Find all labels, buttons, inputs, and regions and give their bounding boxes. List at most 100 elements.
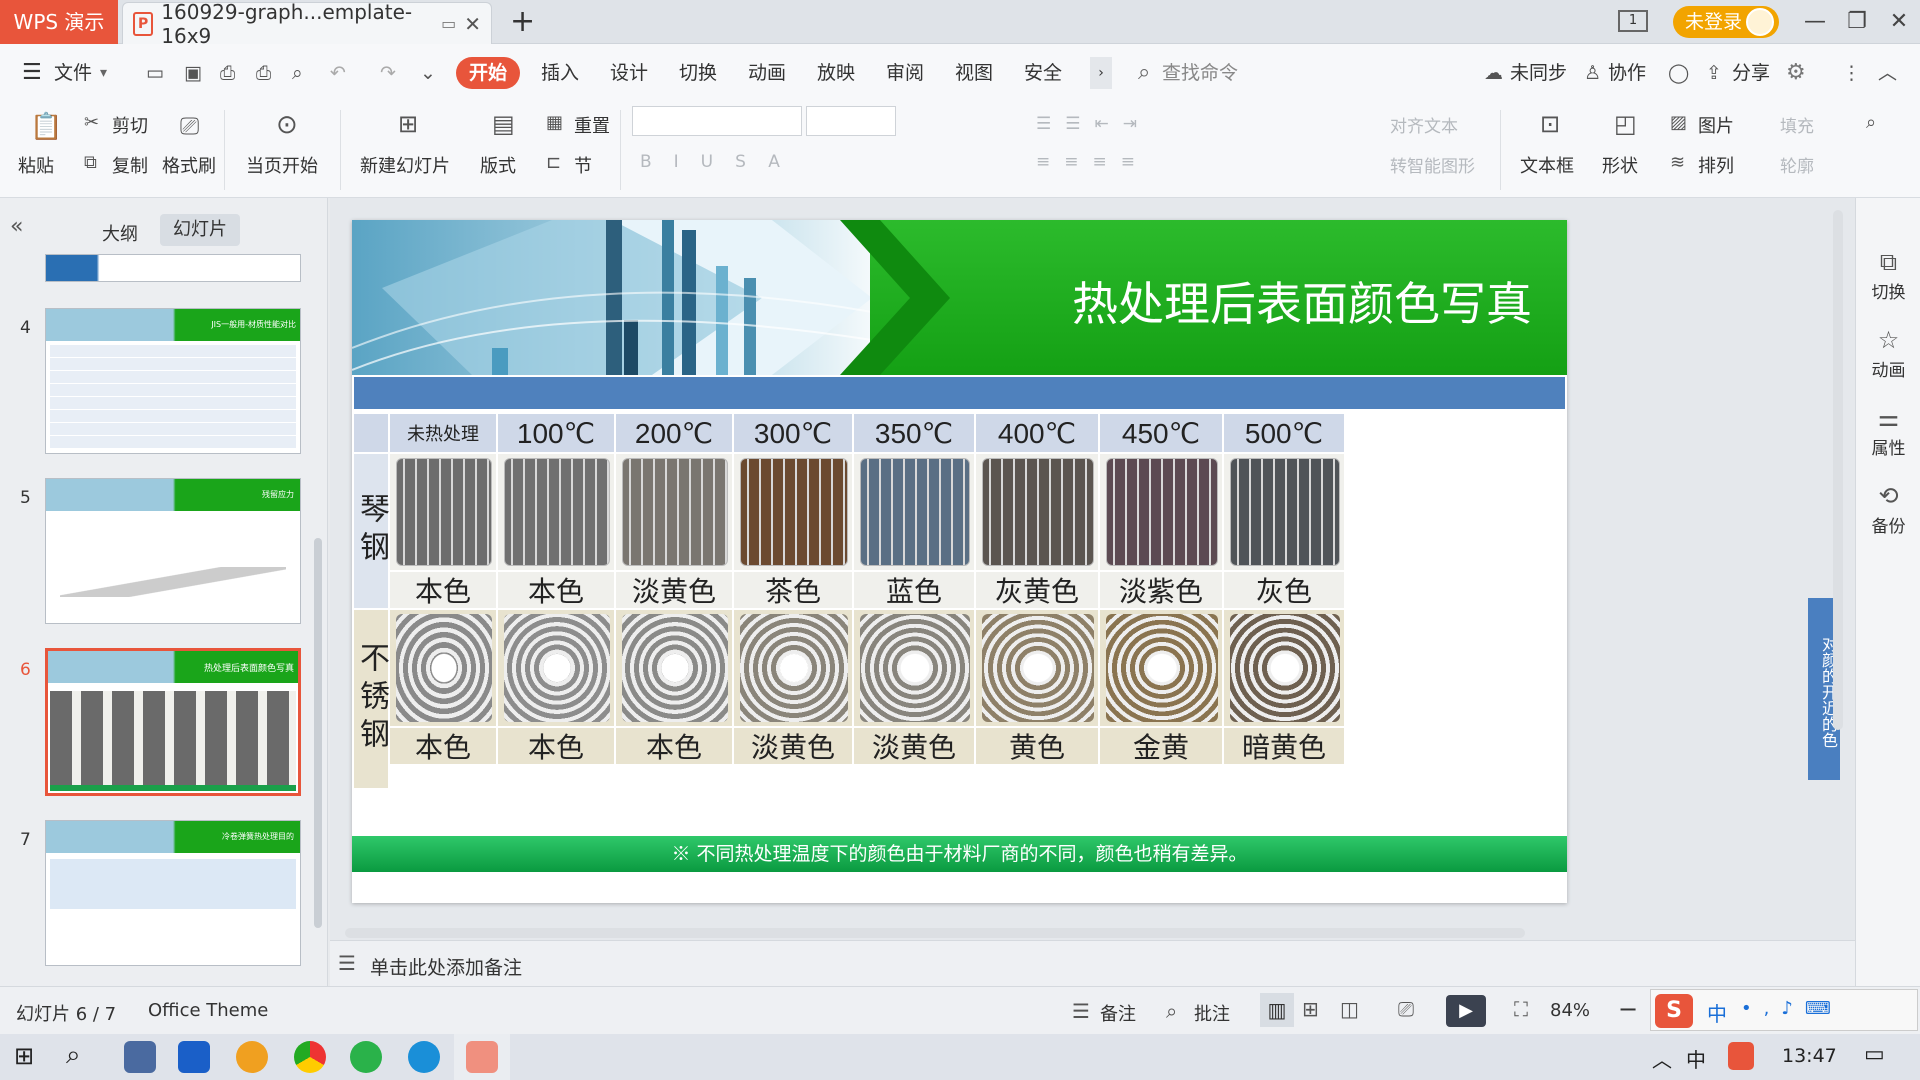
customize-icon[interactable]: ⌄ xyxy=(420,57,436,89)
properties-icon[interactable]: ⚌ xyxy=(1856,404,1920,432)
format-painter-icon[interactable]: ⎚ xyxy=(180,112,199,140)
print-icon[interactable]: ⎙ xyxy=(256,57,271,89)
from-current-button[interactable]: 当页开始 xyxy=(246,152,318,178)
textbox-icon[interactable]: ⊡ xyxy=(1540,110,1560,138)
textbox-button[interactable]: 文本框 xyxy=(1520,152,1574,178)
new-tab-button[interactable]: + xyxy=(510,4,535,39)
zoom-level[interactable]: 84% xyxy=(1550,1000,1590,1021)
edge-icon[interactable] xyxy=(408,1041,440,1073)
paragraph-icons[interactable]: ☰☰⇤⇥ xyxy=(1036,114,1151,134)
tab-outline[interactable]: 大纲 xyxy=(102,220,138,246)
collapse-pane-icon[interactable]: « xyxy=(10,214,23,239)
font-size-select[interactable] xyxy=(806,106,896,136)
tab-review[interactable]: 审阅 xyxy=(886,57,924,89)
layout-button[interactable]: 版式 xyxy=(480,152,516,178)
tab-security[interactable]: 安全 xyxy=(1024,57,1062,89)
notes-toggle[interactable]: 备注 xyxy=(1100,1000,1136,1026)
layout-icon[interactable]: ▤ xyxy=(492,110,515,138)
save-icon[interactable]: ▣ xyxy=(184,57,202,89)
minimize-icon[interactable]: — xyxy=(1798,6,1832,38)
tray-sogou-icon[interactable] xyxy=(1728,1042,1754,1070)
close-tab-icon[interactable]: ✕ xyxy=(464,12,481,36)
comment-toggle[interactable]: 批注 xyxy=(1194,1000,1230,1026)
collaborate-icon[interactable]: ♙ xyxy=(1584,57,1601,89)
copy-icon[interactable]: ⧉ xyxy=(84,152,97,173)
wechat-icon[interactable] xyxy=(350,1041,382,1073)
mail-icon[interactable] xyxy=(178,1041,210,1073)
reading-view-icon[interactable]: ◫ xyxy=(1340,997,1359,1021)
collapse-ribbon-icon[interactable]: ︿ xyxy=(1878,57,1897,89)
more-icon[interactable]: ⋮ xyxy=(1842,57,1861,89)
slide-thumbnail-5[interactable]: 残留应力 xyxy=(45,478,301,624)
format-painter-button[interactable]: 格式刷 xyxy=(162,152,216,178)
font-style-icons[interactable]: BIUSA xyxy=(640,152,802,172)
normal-view-icon[interactable]: ▥ xyxy=(1260,993,1294,1027)
pane-transition[interactable]: 切换 xyxy=(1856,278,1920,303)
fit-window-icon[interactable]: ⛶ xyxy=(1514,997,1528,1021)
cloud-sync-icon[interactable]: ☁ xyxy=(1484,57,1503,89)
tab-slides[interactable]: 幻灯片 xyxy=(160,214,240,246)
export-pdf-icon[interactable]: ⎙ xyxy=(220,57,235,89)
color-table[interactable]: 未热处理 100℃ 200℃ 300℃ 350℃ 400℃ 450℃ 500℃ 琴钢 本色 本色 淡黄… xyxy=(354,414,1565,842)
preview-icon[interactable]: ⌕ xyxy=(292,57,303,89)
align-text-button[interactable]: 对齐文本 xyxy=(1390,112,1458,137)
zoom-out-icon[interactable]: − xyxy=(1618,995,1638,1023)
sorter-view-icon[interactable]: ⊞ xyxy=(1302,997,1319,1021)
cut-icon[interactable]: ✂ xyxy=(84,112,99,133)
paste-icon[interactable]: 📋 xyxy=(30,112,62,142)
pane-animation[interactable]: 动画 xyxy=(1856,356,1920,381)
app-icon[interactable] xyxy=(236,1041,268,1073)
font-family-select[interactable] xyxy=(632,106,802,136)
reset-icon[interactable]: ▦ xyxy=(546,112,563,133)
close-window-icon[interactable]: ✕ xyxy=(1882,6,1916,38)
wps-app-menu[interactable]: WPS 演示 xyxy=(0,0,118,44)
arrange-button[interactable]: 排列 xyxy=(1698,152,1734,178)
vertical-scrollbar[interactable] xyxy=(1833,210,1843,730)
backup-icon[interactable]: ⟲ xyxy=(1856,482,1920,510)
notes-toggle-icon[interactable]: ☰ xyxy=(1072,999,1090,1023)
search-icon[interactable]: ⌕ xyxy=(1138,57,1150,89)
open-icon[interactable]: ▭ xyxy=(146,57,164,89)
clock[interactable]: 13:47 xyxy=(1782,1045,1837,1067)
find-icon[interactable]: ⌕ xyxy=(1866,112,1876,133)
pane-properties[interactable]: 属性 xyxy=(1856,434,1920,459)
share-icon[interactable]: ⇪ xyxy=(1706,57,1722,89)
slide-thumbnail-7[interactable]: 冷卷弹簧热处理目的 xyxy=(45,820,301,966)
transition-icon[interactable]: ⧉ xyxy=(1856,248,1920,276)
shape-button[interactable]: 形状 xyxy=(1602,152,1638,178)
animation-icon[interactable]: ☆ xyxy=(1856,326,1920,354)
search-command[interactable]: 查找命令 xyxy=(1162,57,1238,89)
theme-name[interactable]: Office Theme xyxy=(148,1000,268,1021)
slide-title[interactable]: 热处理后表面颜色写真 xyxy=(972,268,1532,334)
ime-toolbar[interactable]: S 中 •,♪⌨ xyxy=(1650,989,1918,1031)
tab-insert[interactable]: 插入 xyxy=(541,57,579,89)
section-button[interactable]: 节 xyxy=(574,152,592,178)
notes-placeholder[interactable]: 单击此处添加备注 xyxy=(370,953,522,980)
windows-start-icon[interactable]: ⊞ xyxy=(14,1042,34,1070)
collaborate-button[interactable]: 协作 xyxy=(1608,57,1646,89)
sync-status[interactable]: 未同步 xyxy=(1510,57,1567,89)
slide-thumbnail-4[interactable]: JIS一般用-材质性能对比 xyxy=(45,308,301,454)
new-slide-icon[interactable]: ⊞ xyxy=(398,110,418,138)
tab-transition[interactable]: 切换 xyxy=(679,57,717,89)
share-button[interactable]: 分享 xyxy=(1732,57,1770,89)
maximize-icon[interactable]: ❐ xyxy=(1840,6,1874,38)
horizontal-scrollbar[interactable] xyxy=(345,928,1525,938)
picture-button[interactable]: 图片 xyxy=(1698,112,1734,138)
slide-thumbnail-6-selected[interactable]: 热处理后表面颜色写真 xyxy=(45,648,301,796)
more-tabs-icon[interactable]: › xyxy=(1090,57,1112,89)
notes-area[interactable]: ☰ 单击此处添加备注 xyxy=(330,940,1855,986)
comment-toggle-icon[interactable]: ⌕ xyxy=(1166,999,1177,1023)
screen-record-icon[interactable]: ⎚ xyxy=(1398,997,1414,1021)
tab-start[interactable]: 开始 xyxy=(456,57,520,89)
chevron-down-icon[interactable]: ▾ xyxy=(100,57,107,89)
tab-slideshow[interactable]: 放映 xyxy=(817,57,855,89)
ime-tools-icon[interactable]: •,♪⌨ xyxy=(1741,998,1843,1019)
shape-icon[interactable]: ◰ xyxy=(1614,110,1637,138)
chrome-icon[interactable] xyxy=(294,1041,326,1073)
window-count-icon[interactable]: 1 xyxy=(1618,10,1648,32)
align-icons[interactable]: ≡≡≡≡ xyxy=(1036,152,1149,172)
play-circle-icon[interactable]: ⊙ xyxy=(276,110,298,140)
ime-mode[interactable]: 中 xyxy=(1707,998,1727,1027)
sogou-icon[interactable]: S xyxy=(1655,994,1693,1028)
